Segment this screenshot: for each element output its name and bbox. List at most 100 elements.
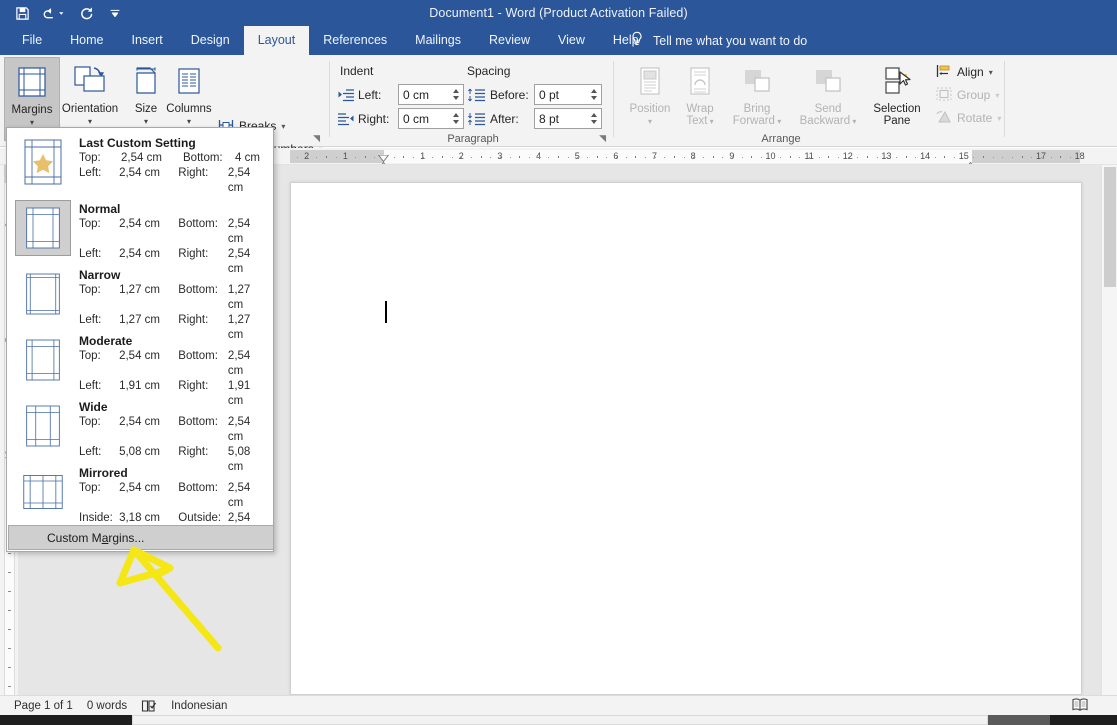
tab-insert[interactable]: Insert — [118, 26, 177, 55]
indent-right-stepper[interactable] — [448, 109, 463, 128]
margins-menu-item-last-custom-setting[interactable]: Last Custom Setting Top: 2,54 cm Bottom:… — [7, 128, 273, 194]
send-backward-button[interactable]: SendBackward ▾ — [792, 57, 864, 141]
spacing-after-field[interactable]: 8 pt — [534, 108, 602, 129]
custom-margins-menu-item[interactable]: Custom Margins... — [8, 525, 274, 550]
ruler-dot — [780, 157, 781, 158]
tell-me-search[interactable]: Tell me what you want to do — [630, 26, 807, 55]
tab-references[interactable]: References — [309, 26, 401, 55]
indent-left-field[interactable]: 0 cm — [398, 84, 464, 105]
ruler-label: 4 — [536, 151, 541, 161]
horizontal-scroll-thumb[interactable] — [988, 715, 1050, 725]
tab-home[interactable]: Home — [56, 26, 117, 55]
rotate-button[interactable]: Rotate ▾ — [936, 107, 1001, 129]
margin-preview-icon — [15, 332, 71, 388]
margins-dropdown-menu[interactable]: Last Custom Setting Top: 2,54 cm Bottom:… — [6, 127, 274, 552]
size-caret-icon[interactable]: ▾ — [144, 117, 148, 126]
ruler-tick — [732, 157, 733, 158]
margin-values-row: Top: 1,27 cm Bottom: 1,27 cm — [79, 283, 267, 313]
ruler-dot — [915, 157, 916, 158]
right-indent-marker[interactable] — [965, 156, 976, 163]
bring-forward-button[interactable]: BringForward ▾ — [724, 57, 790, 141]
arrange-group-label: Arrange — [616, 133, 946, 145]
wrap-text-button[interactable]: WrapText ▾ — [672, 57, 728, 141]
ruler-tick — [461, 157, 462, 158]
indent-left-icon — [338, 88, 354, 107]
ruler-dot — [857, 157, 858, 158]
word-application-window: Document1 - Word (Product Activation Fai… — [0, 0, 1117, 725]
tab-review[interactable]: Review — [475, 26, 544, 55]
document-page[interactable] — [290, 182, 1082, 695]
margin-values-row: Left: 2,54 cm Right: 2,54 cm — [79, 166, 267, 196]
spacing-before-field[interactable]: 0 pt — [534, 84, 602, 105]
position-button[interactable]: Position ▾ — [622, 57, 678, 141]
bring-forward-caret-icon[interactable]: ▾ — [775, 117, 781, 126]
margins-caret-icon[interactable]: ▾ — [30, 118, 34, 127]
wrap-text-label-line1: Wrap — [686, 103, 713, 115]
paragraph-dialog-launcher[interactable]: ◥ — [599, 133, 606, 144]
ruler-label: 8 — [691, 151, 696, 161]
align-caret-icon[interactable]: ▾ — [989, 68, 993, 77]
margins-menu-item-wide[interactable]: Wide Top: 2,54 cm Bottom: 2,54 cm Left: … — [7, 392, 273, 458]
align-button[interactable]: Align ▾ — [936, 61, 993, 83]
ruler-tick — [809, 157, 810, 158]
tab-view[interactable]: View — [544, 26, 599, 55]
align-label: Align — [957, 65, 984, 79]
indent-right-field[interactable]: 0 cm — [398, 108, 464, 129]
ruler-dot — [413, 157, 414, 158]
spacing-header: Spacing — [467, 64, 510, 78]
vruler-tick — [8, 572, 11, 573]
wrap-text-label-line2: Text — [686, 115, 707, 127]
columns-caret-icon[interactable]: ▾ — [187, 117, 191, 126]
breaks-caret-icon[interactable]: ▾ — [281, 122, 285, 131]
language-indicator[interactable]: Indonesian — [171, 700, 227, 712]
send-backward-caret-icon[interactable]: ▾ — [850, 117, 856, 126]
tab-layout[interactable]: Layout — [244, 26, 310, 55]
orientation-icon — [72, 61, 108, 101]
margin-value-bottom: 2,54 cm — [228, 349, 267, 379]
ruler-dot — [1051, 157, 1052, 158]
indent-left-stepper[interactable] — [448, 85, 463, 104]
send-backward-label-line1: Send — [815, 103, 842, 115]
scrollbar-thumb[interactable] — [1104, 167, 1116, 287]
rotate-caret-icon[interactable]: ▾ — [997, 114, 1001, 123]
horizontal-scroll-track[interactable] — [132, 715, 988, 725]
tab-file[interactable]: File — [8, 26, 56, 55]
ruler-tick — [635, 156, 636, 158]
ruler-label: 5 — [575, 151, 580, 161]
margins-menu-item-mirrored[interactable]: Mirrored Top: 2,54 cm Bottom: 2,54 cm In… — [7, 458, 273, 524]
proofing-errors-icon[interactable] — [141, 699, 157, 713]
ruler-tick — [867, 156, 868, 158]
margins-menu-item-normal[interactable]: Normal Top: 2,54 cm Bottom: 2,54 cm Left… — [7, 194, 273, 260]
vertical-scrollbar[interactable] — [1101, 165, 1117, 695]
ruler-dot — [432, 157, 433, 158]
margins-icon — [15, 62, 49, 102]
vruler-tick — [8, 553, 11, 554]
orientation-caret-icon[interactable]: ▾ — [88, 117, 92, 126]
ruler-dot — [742, 157, 743, 158]
margins-menu-item-moderate[interactable]: Moderate Top: 2,54 cm Bottom: 2,54 cm Le… — [7, 326, 273, 392]
margins-menu-item-narrow[interactable]: Narrow Top: 1,27 cm Bottom: 1,27 cm Left… — [7, 260, 273, 326]
margin-values-row: Top: 2,54 cm Bottom: 2,54 cm — [79, 349, 267, 379]
group-caret-icon[interactable]: ▾ — [995, 91, 999, 100]
tab-design[interactable]: Design — [177, 26, 244, 55]
selection-pane-button[interactable]: SelectionPane — [866, 57, 928, 141]
ruler-label: 2 — [304, 151, 309, 161]
ruler-tick — [906, 156, 907, 158]
ruler-tick — [577, 157, 578, 158]
page-setup-dialog-launcher[interactable]: ◥ — [313, 133, 320, 144]
margin-value-top: 2,54 cm — [119, 349, 178, 379]
position-caret-icon[interactable]: ▾ — [648, 117, 652, 126]
first-line-indent-marker[interactable] — [378, 149, 389, 156]
page-indicator[interactable]: Page 1 of 1 — [14, 700, 73, 712]
bottom-scroll-bar[interactable] — [0, 715, 1117, 725]
group-button[interactable]: Group ▾ — [936, 84, 999, 106]
tab-mailings[interactable]: Mailings — [401, 26, 475, 55]
spacing-after-stepper[interactable] — [586, 109, 601, 128]
ruler-tick — [423, 157, 424, 158]
margin-value-bottom: 2,54 cm — [228, 481, 267, 511]
margin-key-bottom: Bottom: — [178, 415, 228, 445]
word-count[interactable]: 0 words — [87, 700, 127, 712]
wrap-text-caret-icon[interactable]: ▾ — [707, 117, 713, 126]
spacing-before-stepper[interactable] — [586, 85, 601, 104]
hanging-indent-marker[interactable] — [378, 156, 389, 163]
